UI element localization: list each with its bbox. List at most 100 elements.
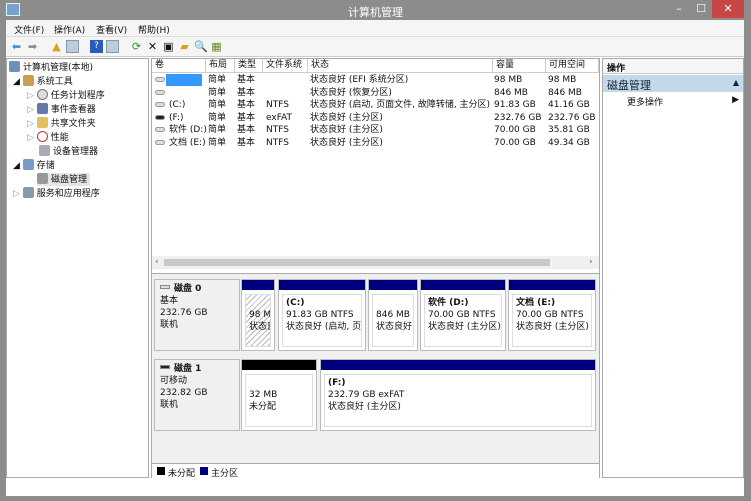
tree-root[interactable]: 计算机管理(本地) [9,61,93,74]
close-button[interactable]: ✕ [712,0,744,18]
volume-row[interactable]: 软件 (D:) 简单 基本 NTFS 状态良好 (主分区) 70.00 GB 35.81 G… [152,124,599,136]
menu-help[interactable]: 帮助(H) [138,23,170,36]
scroll-right-icon[interactable]: › [589,257,593,267]
volume-row[interactable]: 简单 基本 状态良好 (恢复分区) 846 MB 846 MB [152,87,599,99]
cell-fs: NTFS [266,125,289,135]
partition-size: 70.00 GB NTFS [428,310,496,320]
up-folder-icon[interactable]: ▲ [50,40,63,53]
cell-status: 状态良好 (主分区) [310,112,383,123]
collapse-icon[interactable]: ▲ [733,78,739,87]
back-icon[interactable]: ⬅ [10,40,23,53]
disk-icon [160,285,170,289]
partition[interactable]: 846 MB 状态良好 (恢复分区) [368,279,418,351]
col-filesystem[interactable]: 文件系统 [263,59,308,73]
more-actions[interactable]: 更多操作 ▶ [627,95,743,108]
tree-shared-folders[interactable]: ▷ 共享文件夹 [27,117,96,130]
partition-title [249,377,309,389]
search-icon[interactable]: 🔍 [194,40,208,53]
cell-capacity: 232.76 GB [494,112,542,123]
refresh-icon[interactable]: ⟳ [130,40,143,53]
disk-label[interactable]: 磁盘 0 基本 232.76 GB 联机 [154,279,240,351]
partition[interactable]: 文档 (E:) 70.00 GB NTFS 状态良好 (主分区) [508,279,596,351]
forward-icon[interactable]: ➡ [26,40,39,53]
disk-kind: 基本 [160,296,179,306]
partition[interactable]: (F:) 232.79 GB exFAT 状态良好 (主分区) [320,359,596,431]
partition-bar [509,280,595,290]
tree-performance[interactable]: ▷ 性能 [27,131,69,144]
menu-action[interactable]: 操作(A) [54,23,85,36]
cell-free: 98 MB [548,75,577,85]
cell-capacity: 91.83 GB [494,100,536,110]
tree-storage[interactable]: ◢ 存储 [13,159,55,172]
show-hide-action-icon[interactable] [106,40,119,53]
col-status[interactable]: 状态 [308,59,493,73]
horizontal-scrollbar[interactable]: ‹ › [152,256,599,269]
partition[interactable]: 软件 (D:) 70.00 GB NTFS 状态良好 (主分区) [420,279,506,351]
col-capacity[interactable]: 容量 [493,59,546,73]
volume-row[interactable]: (F:) 简单 基本 exFAT 状态良好 (主分区) 232.76 GB 232.76 G… [152,112,599,124]
delete-icon[interactable]: ✕ [146,40,159,53]
partition-size: 32 MB [249,390,278,400]
services-icon [22,187,34,198]
scroll-left-icon[interactable]: ‹ [155,257,159,267]
partition-bar [321,360,595,370]
cell-free: 232.76 GB [548,112,596,123]
unallocated-space[interactable]: 32 MB 未分配 [241,359,317,431]
partition-bar [421,280,505,290]
tree-task-scheduler[interactable]: ▷ 任务计划程序 [27,89,105,102]
menu-view[interactable]: 查看(V) [96,23,127,36]
col-volume[interactable]: 卷 [152,59,206,73]
tree-services[interactable]: ▷ 服务和应用程序 [13,187,100,200]
partition-status: 状态良好 (启动, 页面文件 [286,322,362,332]
col-free[interactable]: 可用空间 [546,59,599,73]
tree-event-viewer[interactable]: ▷ 事件查看器 [27,103,96,116]
partition-status: 状态良好 [249,322,270,332]
disk-state: 联机 [160,320,179,330]
disk-label[interactable]: 磁盘 1 可移动 232.82 GB 联机 [154,359,240,431]
tree-device-manager[interactable]: 设备管理器 [39,145,98,158]
partition[interactable]: 98 MB 状态良好 [241,279,275,351]
cell-fs [266,74,308,86]
main-window: 文件(F) 操作(A) 查看(V) 帮助(H) ⬅ ➡ ▲ ? ⟳ ✕ ▣ ▰ … [6,20,744,496]
actions-section-disk-management[interactable]: 磁盘管理 ▲ [603,75,743,92]
volume-row[interactable]: 文档 (E:) 简单 基本 NTFS 状态良好 (主分区) 70.00 GB 49.34 G… [152,137,599,149]
storage-icon [22,159,34,170]
disk-state: 联机 [160,400,179,410]
volume-row[interactable]: 简单 基本 状态良好 (EFI 系统分区) 98 MB 98 MB [152,74,599,86]
partition-size: 846 MB [376,310,410,320]
partition-status: 状态良好 (主分区) [328,402,401,412]
open-icon[interactable]: ▰ [178,40,191,53]
partition-title [376,297,410,309]
volume-row[interactable]: (C:) 简单 基本 NTFS 状态良好 (启动, 页面文件, 故障转储, 主分区) 91… [152,99,599,111]
unallocated-swatch [157,467,165,475]
help-icon[interactable]: ? [90,40,103,53]
minimize-button[interactable]: – [668,0,690,18]
col-type[interactable]: 类型 [235,59,263,73]
partition-size: 98 MB [249,310,271,320]
show-hide-tree-icon[interactable] [66,40,79,53]
primary-swatch [200,467,208,475]
performance-icon [36,131,48,142]
tree-disk-management[interactable]: 磁盘管理 [37,173,91,186]
cell-type: 基本 [237,125,256,135]
properties-icon[interactable]: ▣ [162,40,175,53]
actions-header: 操作 [603,59,743,74]
settings-icon[interactable]: ▦ [210,40,223,53]
disk-icon [160,365,170,369]
tree-system-tools[interactable]: ◢ 系统工具 [13,75,73,88]
navigation-tree: 计算机管理(本地) ◢ 系统工具 ▷ 任务计划程序 ▷ 事件查看器 ▷ 共享文件… [6,58,149,478]
drive-icon [155,127,165,132]
computer-icon [9,61,20,72]
partition-bar [242,280,274,290]
cell-layout: 简单 [208,137,227,148]
disk-kind: 可移动 [160,376,188,386]
drive-icon [155,77,165,82]
disk-graphical-view: 磁盘 0 基本 232.76 GB 联机 98 MB 状态良好 (C:) 91.83 GB N… [152,273,599,463]
scroll-thumb[interactable] [164,259,550,266]
cell-layout: 简单 [208,112,227,123]
partition[interactable]: (C:) 91.83 GB NTFS 状态良好 (启动, 页面文件 [278,279,366,351]
col-layout[interactable]: 布局 [206,59,235,73]
partition-title: 软件 (D:) [428,298,469,308]
menu-file[interactable]: 文件(F) [14,23,44,36]
maximize-button[interactable]: ☐ [690,0,712,18]
